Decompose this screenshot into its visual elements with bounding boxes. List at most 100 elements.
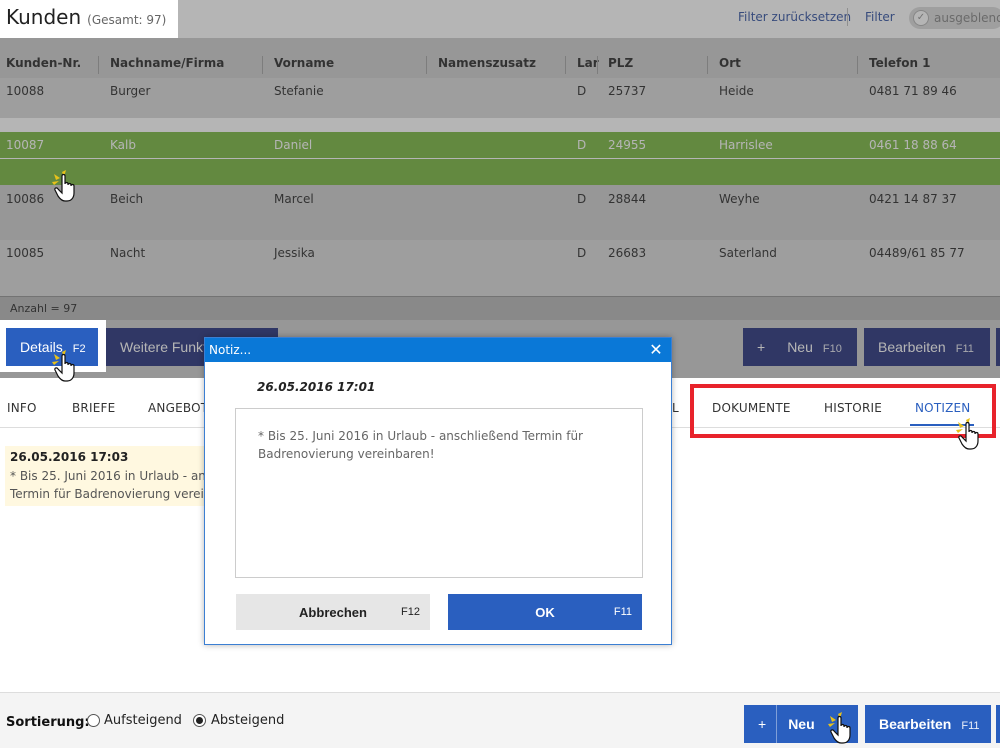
cell-ort: Harrislee: [719, 138, 773, 152]
top-area: Filter zurücksetzen Filter ✓ ausgeblende…: [0, 0, 1000, 378]
cell-ort: Weyhe: [719, 192, 760, 206]
sort-ascending-radio[interactable]: [87, 714, 100, 727]
total-count: (Gesamt: 97): [87, 13, 167, 27]
tab-briefe[interactable]: BRIEFE: [72, 401, 115, 415]
dialog-titlebar: Notiz... ✕: [205, 338, 671, 362]
bottom-edit-key: F11: [961, 720, 980, 732]
details-label: Details: [20, 339, 63, 355]
dialog-date: 26.05.2016 17:01: [257, 380, 376, 394]
cell-land: D: [577, 246, 587, 260]
plus-icon: +: [758, 716, 767, 732]
col-separator: [262, 56, 263, 74]
ok-label: OK: [535, 604, 555, 620]
note-textarea[interactable]: * Bis 25. Juni 2016 in Urlaub - anschlie…: [235, 408, 643, 578]
cell-plz: 24955: [608, 138, 647, 152]
sort-descending-label: Absteigend: [211, 713, 285, 728]
header-separator: [847, 8, 848, 26]
col-header-plz[interactable]: PLZ: [608, 56, 633, 70]
tab-partial[interactable]: L: [672, 401, 679, 415]
row-spacer: [0, 266, 1000, 296]
table-row[interactable]: 10088 Burger Stefanie D 25737 Heide 0481…: [0, 78, 1000, 104]
dialog-title: Notiz...: [209, 343, 252, 357]
col-separator: [565, 56, 566, 74]
sort-ascending-label: Aufsteigend: [104, 713, 182, 728]
cell-land: D: [577, 192, 587, 206]
sort-label: Sortierung:: [6, 715, 90, 730]
cell-name: Beich: [110, 192, 144, 206]
row-spacer: [0, 118, 1000, 132]
record-count: Anzahl = 97: [10, 302, 78, 315]
col-separator: [707, 56, 708, 74]
details-key: F2: [72, 343, 86, 355]
cell-nr: 10086: [6, 192, 45, 206]
col-header-land[interactable]: Lar: [577, 56, 599, 70]
count-bar: Anzahl = 97: [0, 296, 1000, 320]
table-row[interactable]: 10086 Beich Marcel D 28844 Weyhe 0421 14…: [0, 186, 1000, 212]
sort-descending-radio[interactable]: [193, 714, 206, 727]
bottom-overflow-button[interactable]: [996, 705, 1000, 743]
bottom-new-button[interactable]: + Neu: [744, 705, 858, 743]
bottom-edit-button[interactable]: Bearbeiten F11: [865, 705, 991, 743]
col-header-name[interactable]: Nachname/Firma: [110, 56, 224, 70]
cell-name: Nacht: [110, 246, 146, 260]
cell-name: Kalb: [110, 138, 136, 152]
col-separator: [426, 56, 427, 74]
edit-label: Bearbeiten: [878, 339, 946, 355]
plus-icon: +: [757, 339, 766, 355]
cancel-key: F12: [401, 606, 420, 618]
cell-nr: 10088: [6, 84, 45, 98]
bottom-edit-label: Bearbeiten: [879, 716, 952, 732]
col-separator: [98, 56, 99, 74]
button-divider: [776, 705, 777, 743]
cancel-label: Abbrechen: [299, 604, 367, 620]
edit-button[interactable]: Bearbeiten F11: [864, 328, 990, 366]
ok-button[interactable]: OK F11: [448, 594, 642, 630]
col-header-tel[interactable]: Telefon 1: [869, 56, 931, 70]
hidden-toggle[interactable]: ✓ ausgeblendet: [909, 7, 1000, 29]
reset-filter-link[interactable]: Filter zurücksetzen: [738, 10, 851, 24]
col-separator: [857, 56, 858, 74]
table-row[interactable]: 10085 Nacht Jessika D 26683 Saterland 04…: [0, 240, 1000, 266]
cell-tel: 04489/61 85 77: [869, 246, 965, 260]
bottom-new-label: Neu: [788, 716, 815, 732]
table-row-selected[interactable]: 10087 Kalb Daniel D 24955 Harrislee 0461…: [0, 132, 1000, 158]
toggle-label: ausgeblendet: [934, 11, 1000, 25]
check-icon: ✓: [913, 10, 929, 26]
cell-plz: 25737: [608, 84, 647, 98]
cell-tel: 0481 71 89 46: [869, 84, 957, 98]
tab-info[interactable]: INFO: [7, 401, 37, 415]
cell-nr: 10085: [6, 246, 45, 260]
col-header-ort[interactable]: Ort: [719, 56, 741, 70]
cell-name: Burger: [110, 84, 151, 98]
cell-plz: 26683: [608, 246, 647, 260]
note-dialog: Notiz... ✕ 26.05.2016 17:01 * Bis 25. Ju…: [204, 337, 672, 645]
cancel-button[interactable]: Abbrechen F12: [236, 594, 430, 630]
cell-vorname: Jessika: [274, 246, 315, 260]
cell-plz: 28844: [608, 192, 647, 206]
col-separator: [597, 56, 598, 74]
customer-table: Kunden-Nr. Nachname/Firma Vorname Namens…: [0, 38, 1000, 296]
cell-vorname: Stefanie: [274, 84, 324, 98]
cell-ort: Saterland: [719, 246, 777, 260]
new-label: Neu: [787, 339, 813, 355]
cell-land: D: [577, 138, 587, 152]
new-button[interactable]: + Neu F10: [743, 328, 857, 366]
cell-tel: 0421 14 87 37: [869, 192, 957, 206]
edit-key: F11: [955, 343, 974, 355]
overflow-button[interactable]: [996, 328, 1000, 366]
cell-tel: 0461 18 88 64: [869, 138, 957, 152]
cell-ort: Heide: [719, 84, 754, 98]
close-icon[interactable]: ✕: [647, 341, 665, 359]
ok-key: F11: [613, 606, 632, 618]
details-button[interactable]: Details F2: [6, 328, 98, 366]
page-title: Kunden: [6, 5, 82, 29]
filter-link[interactable]: Filter: [865, 10, 895, 24]
col-header-zusatz[interactable]: Namenszusatz: [438, 56, 536, 70]
row-spacer-selected: [0, 159, 1000, 185]
page-title-box: Kunden (Gesamt: 97): [0, 0, 178, 38]
col-header-nr[interactable]: Kunden-Nr.: [6, 56, 81, 70]
table-header: Kunden-Nr. Nachname/Firma Vorname Namens…: [0, 52, 1000, 76]
col-header-vorname[interactable]: Vorname: [274, 56, 334, 70]
header-toolbar: Filter zurücksetzen Filter ✓ ausgeblende…: [178, 0, 1000, 38]
cell-vorname: Marcel: [274, 192, 314, 206]
